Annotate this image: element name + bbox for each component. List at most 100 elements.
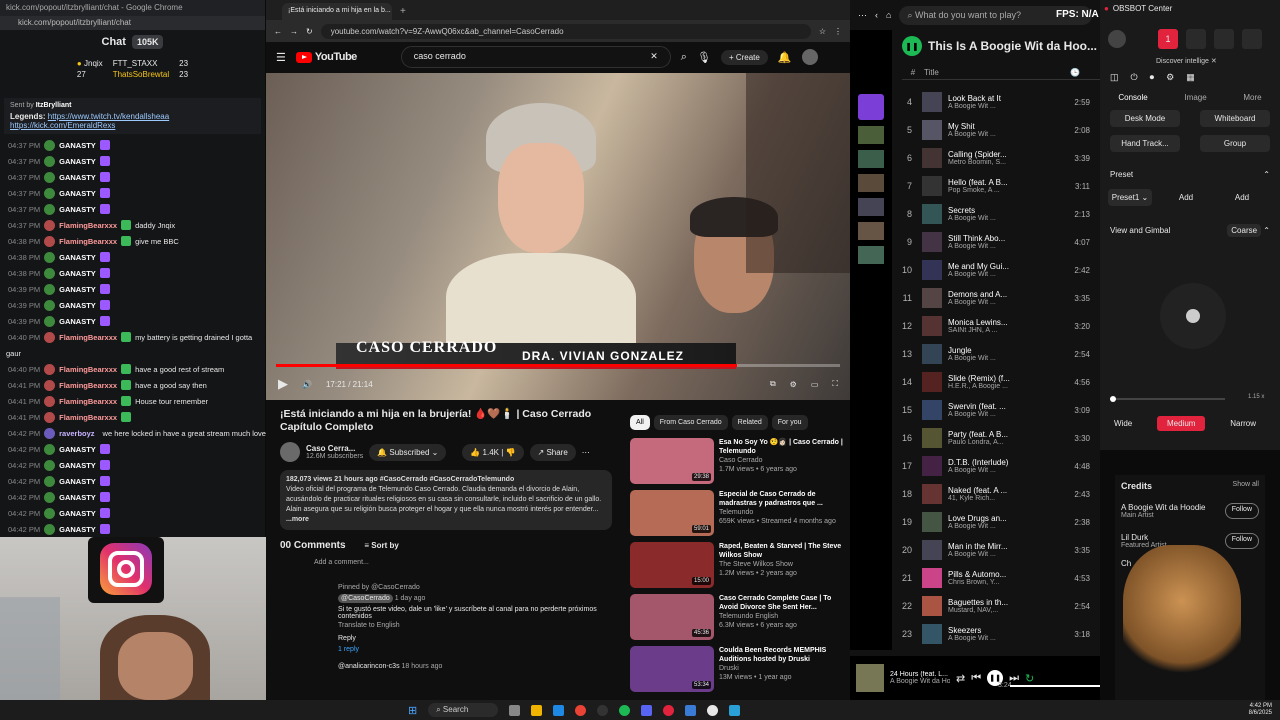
rec-thumbnail[interactable]: 15:00 — [630, 542, 714, 588]
rec-channel[interactable]: Telemundo English — [719, 612, 845, 621]
user-avatar[interactable] — [44, 299, 56, 311]
zoom-thumb[interactable] — [1110, 396, 1116, 402]
track-title[interactable]: Baguettes in th... — [948, 598, 1008, 607]
message-user[interactable]: GANASTY — [59, 477, 96, 486]
message-user[interactable]: GANASTY — [59, 317, 96, 326]
replies-toggle[interactable]: 1 reply — [338, 646, 612, 653]
filter-chip[interactable]: For you — [771, 415, 808, 430]
rec-item[interactable]: 53:34 Coulda Been Records MEMPHIS Auditio… — [630, 646, 845, 696]
message-user[interactable]: FlamingBearxxx — [59, 397, 117, 406]
message-user[interactable]: GANASTY — [59, 189, 96, 198]
track-artist[interactable]: Mustard, NAV,... — [948, 607, 1008, 614]
track-title[interactable]: Pills & Automo... — [948, 570, 1006, 579]
message-user[interactable]: GANASTY — [59, 461, 96, 470]
track-title[interactable]: Me and My Gui... — [948, 262, 1009, 271]
liked-songs-icon[interactable] — [858, 94, 884, 120]
collapse-icon[interactable]: ⌃ — [1263, 170, 1270, 179]
mic-icon[interactable]: 🎙 — [697, 51, 711, 64]
notifications-icon[interactable]: 🔔 — [778, 51, 792, 64]
video-player[interactable]: CASO CERRADO DRA. VIVIAN GONZALEZ ▶ 🔊 17… — [266, 73, 850, 400]
captions-icon[interactable]: ⧉ — [770, 379, 776, 389]
create-button[interactable]: + Create — [720, 49, 768, 65]
track-artist[interactable]: A Boogie Wit ... — [948, 551, 1008, 558]
track-artist[interactable]: A Boogie Wit ... — [948, 523, 1007, 530]
tab-more[interactable]: More — [1243, 93, 1261, 102]
joystick-knob[interactable] — [1186, 309, 1200, 323]
spotify-icon[interactable] — [619, 704, 631, 716]
clock[interactable]: 4:42 PM 8/6/2025 — [1249, 703, 1272, 717]
theater-icon[interactable]: ▭ — [811, 380, 819, 389]
tab-image[interactable]: Image — [1184, 93, 1206, 102]
rec-thumbnail[interactable]: 59:01 — [630, 490, 714, 536]
credit-artist[interactable]: Lil Durk — [1121, 533, 1167, 542]
track-artist[interactable]: A Boogie Wit ... — [948, 131, 996, 138]
now-playing-artist[interactable]: A Boogie Wit da Ho... — [890, 678, 950, 685]
file-explorer-icon[interactable] — [531, 704, 543, 716]
library-item[interactable] — [858, 246, 884, 264]
rec-thumbnail[interactable]: 29:38 — [630, 438, 714, 484]
desc-more[interactable]: ...more — [286, 515, 606, 525]
library-item[interactable] — [858, 198, 884, 216]
layout-icon[interactable]: ▦ — [1186, 72, 1195, 83]
user-avatar[interactable] — [44, 171, 56, 183]
search-input[interactable]: caso cerrado ✕ — [400, 46, 671, 68]
track-artist[interactable]: Paulo Londra, A... — [948, 439, 1008, 446]
rec-item[interactable]: 59:01 Especial de Caso Cerrado de madrast… — [630, 490, 845, 540]
extensions-icon[interactable]: ⋮ — [834, 27, 842, 36]
user-avatar[interactable] — [44, 411, 56, 423]
desk-mode-button[interactable]: Desk Mode — [1110, 110, 1180, 127]
track-artist[interactable]: A Boogie Wit ... — [948, 103, 1001, 110]
volume-icon[interactable]: 🔊 — [302, 380, 312, 389]
track-row[interactable]: 17 D.T.B. (Interlude) A Boogie Wit ... 4:48 — [892, 452, 1100, 480]
rec-thumbnail[interactable]: 45:36 — [630, 594, 714, 640]
user-avatar[interactable] — [44, 443, 56, 455]
shuffle-icon[interactable]: ⇄ — [956, 672, 965, 685]
track-row[interactable]: 16 Party (feat. A B... Paulo Londra, A... 3… — [892, 424, 1100, 452]
camera-slot[interactable] — [1186, 29, 1206, 49]
task-view-icon[interactable] — [509, 704, 521, 716]
track-row[interactable]: 15 Swervin (feat. ... A Boogie Wit ... 3:09 — [892, 396, 1100, 424]
track-artist[interactable]: Metro Boomin, S... — [948, 159, 1007, 166]
user-avatar[interactable] — [44, 203, 56, 215]
track-artist[interactable]: Chris Brown, Y... — [948, 579, 1006, 586]
track-row[interactable]: 6 Calling (Spider... Metro Boomin, S... 3:3… — [892, 144, 1100, 172]
user-avatar[interactable] — [44, 459, 56, 471]
track-title[interactable]: Man in the Mirr... — [948, 542, 1008, 551]
zoom-slider[interactable] — [1110, 396, 1225, 402]
channel-avatar[interactable] — [280, 442, 300, 462]
rec-title[interactable]: Esa No Soy Yo 🤨👩🏻 | Caso Cerrado | Telem… — [719, 438, 845, 456]
track-row[interactable]: 11 Demons and A... A Boogie Wit ... 3:35 — [892, 284, 1100, 312]
filter-chip[interactable]: All — [630, 415, 650, 430]
track-title[interactable]: D.T.B. (Interlude) — [948, 458, 1008, 467]
message-user[interactable]: FlamingBearxxx — [59, 365, 117, 374]
fov-wide[interactable]: Wide — [1106, 416, 1140, 431]
add-preset-button[interactable]: Add — [1166, 189, 1206, 206]
fullscreen-icon[interactable]: ⛶ — [832, 379, 838, 389]
rec-thumbnail[interactable]: 53:34 — [630, 646, 714, 692]
add-comment-input[interactable]: Add a comment... — [314, 559, 612, 566]
share-button[interactable]: ↗ Share — [529, 443, 576, 461]
rec-title[interactable]: Coulda Been Records MEMPHIS Auditions ho… — [719, 646, 845, 664]
video-progress-bar[interactable] — [276, 364, 840, 367]
track-artist[interactable]: A Boogie Wit ... — [948, 215, 996, 222]
track-row[interactable]: 12 Monica Lewins... SAINt JHN, A ... 3:20 — [892, 312, 1100, 340]
track-artist[interactable]: A Boogie Wit ... — [948, 355, 996, 362]
track-title[interactable]: Love Drugs an... — [948, 514, 1007, 523]
rec-channel[interactable]: Caso Cerrado — [719, 456, 845, 465]
message-user[interactable]: GANASTY — [59, 269, 96, 278]
message-user[interactable]: GANASTY — [59, 285, 96, 294]
follow-button[interactable]: Follow — [1224, 503, 1259, 519]
more-icon[interactable]: ⋯ — [582, 448, 590, 457]
group-button[interactable]: Group — [1200, 135, 1270, 152]
obsbot-icon[interactable] — [663, 704, 675, 716]
track-title[interactable]: Party (feat. A B... — [948, 430, 1008, 439]
address-bar[interactable]: kick.com/popout/itzbrylliant/chat — [0, 16, 265, 30]
coarse-toggle[interactable]: Coarse — [1227, 224, 1262, 237]
comment2-user[interactable]: @analicarincon-c3s — [338, 663, 400, 670]
message-user[interactable]: FlamingBearxxx — [59, 333, 117, 342]
message-user[interactable]: GANASTY — [59, 173, 96, 182]
message-user[interactable]: GANASTY — [59, 157, 96, 166]
telegram-icon[interactable] — [729, 704, 741, 716]
track-artist[interactable]: A Boogie Wit ... — [948, 411, 1006, 418]
track-row[interactable]: 4 Look Back at It A Boogie Wit ... 2:59 — [892, 88, 1100, 116]
